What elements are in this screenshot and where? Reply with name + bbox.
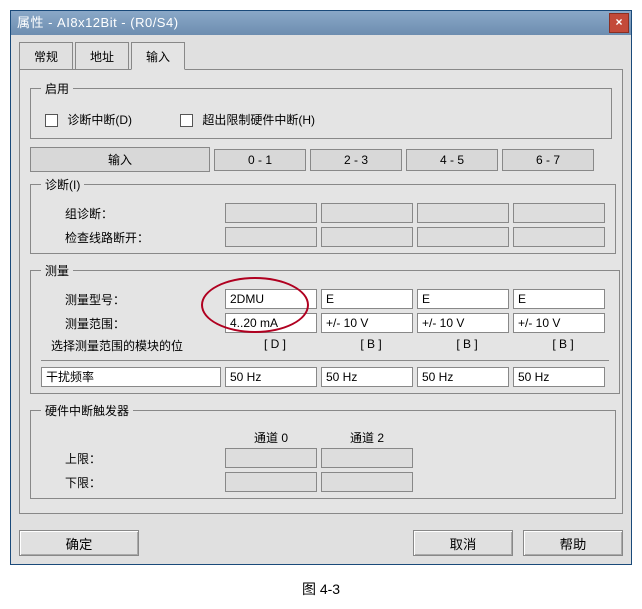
enable-legend: 启用 bbox=[41, 80, 73, 97]
separator bbox=[41, 360, 609, 361]
row-group-diag: 组诊断： bbox=[41, 205, 221, 222]
row-lower: 下限： bbox=[41, 474, 221, 491]
tab-panel-input: 启用 诊断中断(D) 超出限制硬件中断(H) 输入 0 - 1 2 - 3 4 … bbox=[19, 69, 623, 514]
modpos-c1: [ B ] bbox=[325, 337, 417, 354]
tab-general[interactable]: 常规 bbox=[19, 42, 73, 70]
tab-address[interactable]: 地址 bbox=[75, 42, 129, 70]
meas-range-c0[interactable]: 4..20 mA bbox=[225, 313, 317, 333]
wirebreak-c3 bbox=[513, 227, 605, 247]
checkbox-label: 超出限制硬件中断(H) bbox=[202, 113, 315, 127]
hw-trigger-group: 硬件中断触发器 通道 0 通道 2 上限： 下限： bbox=[30, 402, 616, 499]
col-4-5: 4 - 5 bbox=[406, 149, 498, 171]
column-header-row: 输入 0 - 1 2 - 3 4 - 5 6 - 7 bbox=[30, 147, 612, 172]
wirebreak-c2 bbox=[417, 227, 509, 247]
measurement-legend: 测量 bbox=[41, 262, 73, 279]
help-button[interactable]: 帮助 bbox=[523, 530, 623, 556]
modpos-c3: [ B ] bbox=[517, 337, 609, 354]
row-meas-range: 测量范围： bbox=[41, 315, 221, 332]
noise-c1[interactable]: 50 Hz bbox=[321, 367, 413, 387]
row-modpos: 选择测量范围的模块的位 bbox=[51, 337, 225, 354]
noise-c2[interactable]: 50 Hz bbox=[417, 367, 509, 387]
meas-range-c2[interactable]: +/- 10 V bbox=[417, 313, 509, 333]
measurement-group: 测量 测量型号： 2DMU E E E 测量范围： 4..20 mA +/- 1… bbox=[30, 262, 620, 394]
titlebar: 属性 - AI8x12Bit - (R0/S4) × bbox=[11, 11, 631, 35]
col-label-input: 输入 bbox=[30, 147, 210, 172]
enable-group: 启用 诊断中断(D) 超出限制硬件中断(H) bbox=[30, 80, 612, 139]
col-ch2: 通道 2 bbox=[321, 429, 413, 446]
diagnostics-group: 诊断(I) 组诊断： 检查线路断开： bbox=[30, 176, 616, 254]
col-0-1: 0 - 1 bbox=[214, 149, 306, 171]
cancel-button[interactable]: 取消 bbox=[413, 530, 513, 556]
meas-type-c1[interactable]: E bbox=[321, 289, 413, 309]
lower-ch2 bbox=[321, 472, 413, 492]
groupdiag-c3 bbox=[513, 203, 605, 223]
row-noise-freq[interactable]: 干扰频率 bbox=[41, 367, 221, 387]
meas-range-c3[interactable]: +/- 10 V bbox=[513, 313, 605, 333]
window: 属性 - AI8x12Bit - (R0/S4) × 常规 地址 输入 启用 诊… bbox=[10, 10, 632, 565]
row-wirebreak: 检查线路断开： bbox=[41, 229, 221, 246]
groupdiag-c0 bbox=[225, 203, 317, 223]
col-6-7: 6 - 7 bbox=[502, 149, 594, 171]
meas-range-c1[interactable]: +/- 10 V bbox=[321, 313, 413, 333]
row-upper: 上限： bbox=[41, 450, 221, 467]
hw-trigger-legend: 硬件中断触发器 bbox=[41, 402, 133, 419]
lower-ch0 bbox=[225, 472, 317, 492]
upper-ch0 bbox=[225, 448, 317, 468]
groupdiag-c2 bbox=[417, 203, 509, 223]
modpos-c2: [ B ] bbox=[421, 337, 513, 354]
checkbox-icon bbox=[45, 114, 58, 127]
checkbox-label: 诊断中断(D) bbox=[67, 113, 132, 127]
wirebreak-c0 bbox=[225, 227, 317, 247]
ok-button[interactable]: 确定 bbox=[19, 530, 139, 556]
checkbox-icon bbox=[180, 114, 193, 127]
checkbox-hw-interrupt[interactable]: 超出限制硬件中断(H) bbox=[180, 111, 315, 128]
button-row: 确定 取消 帮助 bbox=[11, 522, 631, 564]
tab-bar: 常规 地址 输入 bbox=[11, 35, 631, 69]
upper-ch2 bbox=[321, 448, 413, 468]
noise-c0[interactable]: 50 Hz bbox=[225, 367, 317, 387]
close-icon[interactable]: × bbox=[609, 13, 629, 33]
figure-caption: 图 4-3 bbox=[10, 579, 632, 599]
meas-type-c2[interactable]: E bbox=[417, 289, 509, 309]
col-2-3: 2 - 3 bbox=[310, 149, 402, 171]
tab-input[interactable]: 输入 bbox=[131, 42, 185, 70]
row-meas-type: 测量型号： bbox=[41, 291, 221, 308]
diagnostics-legend: 诊断(I) bbox=[41, 176, 84, 193]
meas-type-c0[interactable]: 2DMU bbox=[225, 289, 317, 309]
col-ch0: 通道 0 bbox=[225, 429, 317, 446]
meas-type-c3[interactable]: E bbox=[513, 289, 605, 309]
noise-c3[interactable]: 50 Hz bbox=[513, 367, 605, 387]
modpos-c0: [ D ] bbox=[229, 337, 321, 354]
window-title: 属性 - AI8x12Bit - (R0/S4) bbox=[17, 11, 179, 35]
checkbox-diag-interrupt[interactable]: 诊断中断(D) bbox=[45, 111, 132, 128]
groupdiag-c1 bbox=[321, 203, 413, 223]
wirebreak-c1 bbox=[321, 227, 413, 247]
